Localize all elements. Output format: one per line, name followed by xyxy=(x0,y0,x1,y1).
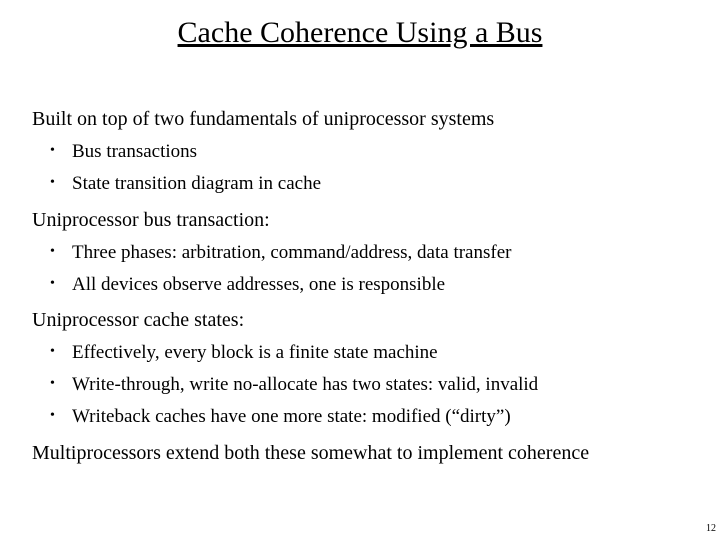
bullet-item: State transition diagram in cache xyxy=(44,173,720,195)
bullet-item: Writeback caches have one more state: mo… xyxy=(44,406,720,428)
slide: Cache Coherence Using a Bus Built on top… xyxy=(0,0,720,540)
bullet-item: All devices observe addresses, one is re… xyxy=(44,274,720,296)
bullet-item: Write-through, write no-allocate has two… xyxy=(44,374,720,396)
bullet-list-2: Three phases: arbitration, command/addre… xyxy=(32,242,720,296)
bullet-list-3: Effectively, every block is a finite sta… xyxy=(32,342,720,428)
closing-text: Multiprocessors extend both these somewh… xyxy=(32,442,720,465)
bullet-item: Bus transactions xyxy=(44,141,720,163)
section-heading-1: Built on top of two fundamentals of unip… xyxy=(32,108,720,131)
section-heading-3: Uniprocessor cache states: xyxy=(32,309,720,332)
bullet-list-1: Bus transactions State transition diagra… xyxy=(32,141,720,195)
bullet-item: Effectively, every block is a finite sta… xyxy=(44,342,720,364)
page-number: 12 xyxy=(706,523,716,534)
bullet-item: Three phases: arbitration, command/addre… xyxy=(44,242,720,264)
slide-body: Built on top of two fundamentals of unip… xyxy=(32,108,720,485)
slide-title: Cache Coherence Using a Bus xyxy=(0,16,720,50)
section-heading-2: Uniprocessor bus transaction: xyxy=(32,209,720,232)
